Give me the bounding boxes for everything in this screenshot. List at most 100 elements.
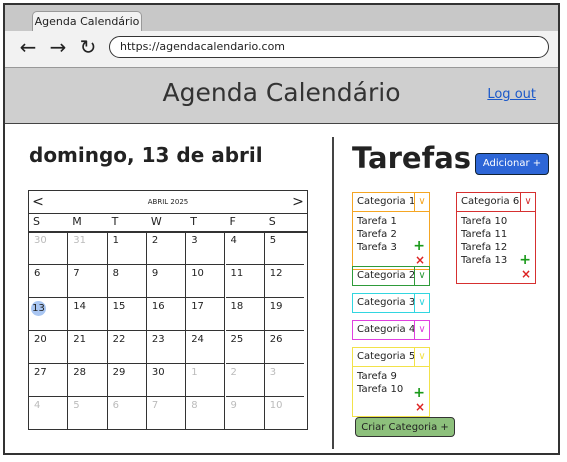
category-card: Categoria 1 ∨ Tarefa 1 Tarefa 2 Tarefa 3 + × — [352, 192, 430, 270]
calendar-day-number: 10 — [269, 400, 283, 411]
task-item[interactable]: Tarefa 10 — [461, 215, 535, 228]
chevron-down-icon[interactable]: ∨ — [414, 294, 429, 312]
calendar-day-number: 6 — [112, 400, 119, 411]
calendar-day[interactable]: 3 — [264, 364, 305, 397]
calendar-day[interactable]: 21 — [68, 331, 108, 364]
chevron-down-icon[interactable]: ∨ — [414, 348, 429, 366]
calendar-day[interactable]: 1 — [107, 232, 147, 265]
logout-link[interactable]: Log out — [487, 87, 536, 102]
delete-task-icon[interactable]: × — [415, 401, 425, 413]
calendar-day[interactable]: 7 — [68, 265, 108, 298]
add-task-icon[interactable]: + — [413, 386, 425, 400]
calendar-day[interactable]: 31 — [68, 232, 108, 265]
category-header[interactable]: Categoria 2 ∨ — [353, 267, 429, 285]
weekday-label: S — [268, 215, 276, 228]
calendar-day[interactable]: 9 — [226, 397, 265, 430]
calendar-day[interactable]: 11 — [225, 265, 265, 298]
panel-divider — [332, 137, 334, 449]
calendar-day-number: 30 — [34, 235, 47, 246]
add-task-icon[interactable]: + — [519, 253, 531, 267]
calendar-day[interactable]: 30 — [29, 232, 69, 265]
create-category-button[interactable]: Criar Categoria + — [355, 417, 455, 437]
calendar-day[interactable]: 27 — [29, 364, 69, 397]
calendar-day[interactable]: 7 — [147, 397, 187, 430]
task-item[interactable]: Tarefa 1 — [357, 215, 429, 228]
calendar-day[interactable]: 23 — [146, 331, 187, 364]
category-name: Categoria 4 — [357, 324, 416, 335]
calendar-day[interactable]: 19 — [264, 298, 305, 331]
category-task-list: Tarefa 10 Tarefa 11 Tarefa 12 Tarefa 13 + × — [457, 211, 535, 283]
calendar-day[interactable]: 10 — [265, 397, 304, 430]
calendar-day[interactable]: 6 — [108, 397, 147, 430]
calendar-day-number: 5 — [269, 235, 277, 246]
calendar-day[interactable]: 30 — [146, 364, 187, 397]
back-arrow-icon[interactable]: ← — [17, 36, 39, 58]
category-header[interactable]: Categoria 1 ∨ — [353, 193, 429, 211]
calendar-day[interactable]: 3 — [186, 232, 226, 265]
calendar-day[interactable]: 25 — [225, 331, 265, 364]
chevron-down-icon[interactable]: ∨ — [414, 321, 429, 339]
calendar-next-icon[interactable]: > — [289, 191, 307, 213]
calendar-day-number: 15 — [112, 301, 126, 312]
chevron-down-icon[interactable]: ∨ — [414, 193, 429, 211]
calendar-day-number: 30 — [151, 367, 165, 378]
selected-date-title: domingo, 13 de abril — [29, 143, 263, 167]
calendar-day[interactable]: 13 — [29, 298, 69, 331]
calendar-prev-icon[interactable]: < — [29, 191, 47, 213]
calendar-day-number: 11 — [230, 268, 244, 279]
browser-tab[interactable]: Agenda Calendário — [32, 11, 142, 32]
delete-task-icon[interactable]: × — [521, 268, 531, 280]
calendar-day[interactable]: 26 — [264, 331, 305, 364]
calendar-day[interactable]: 8 — [107, 265, 147, 298]
calendar-day[interactable]: 8 — [186, 397, 226, 430]
calendar-day[interactable]: 24 — [186, 331, 226, 364]
add-task-button[interactable]: Adicionar + — [475, 153, 549, 175]
calendar-day[interactable]: 5 — [68, 397, 108, 430]
calendar-day[interactable]: 10 — [186, 265, 226, 298]
calendar-day[interactable]: 16 — [146, 298, 187, 331]
chevron-down-icon[interactable]: ∨ — [520, 193, 535, 211]
category-header[interactable]: Categoria 3 ∨ — [353, 294, 429, 312]
add-task-icon[interactable]: + — [413, 239, 425, 253]
calendar-day[interactable]: 4 — [29, 397, 69, 430]
category-card: Categoria 5 ∨ Tarefa 9 Tarefa 10 + × — [352, 347, 430, 417]
calendar-day[interactable]: 15 — [107, 298, 147, 331]
calendar-day[interactable]: 22 — [107, 331, 147, 364]
reload-icon[interactable]: ↻ — [77, 36, 99, 58]
calendar-day-number: 23 — [151, 334, 165, 345]
calendar-day[interactable]: 2 — [146, 232, 187, 265]
app-header: Agenda Calendário Log out — [5, 68, 558, 124]
category-header[interactable]: Categoria 5 ∨ — [353, 348, 429, 366]
category-header[interactable]: Categoria 6 ∨ — [457, 193, 535, 211]
calendar-day[interactable]: 20 — [29, 331, 69, 364]
forward-arrow-icon[interactable]: → — [47, 36, 69, 58]
category-task-list: Tarefa 9 Tarefa 10 + × — [353, 366, 429, 416]
calendar-day-number: 10 — [191, 268, 204, 279]
task-item[interactable]: Tarefa 9 — [357, 370, 429, 383]
category-header[interactable]: Categoria 4 ∨ — [353, 321, 429, 339]
calendar-day[interactable]: 2 — [225, 364, 265, 397]
calendar-day[interactable]: 29 — [107, 364, 147, 397]
calendar-day[interactable]: 5 — [264, 232, 305, 265]
calendar-day[interactable]: 9 — [146, 265, 187, 298]
chevron-down-icon[interactable]: ∨ — [414, 267, 429, 285]
calendar-day[interactable]: 17 — [186, 298, 226, 331]
calendar-day[interactable]: 4 — [225, 232, 265, 265]
calendar-day[interactable]: 14 — [68, 298, 108, 331]
weekday-label: T — [190, 215, 197, 228]
calendar-day-number: 2 — [151, 235, 159, 246]
task-item[interactable]: Tarefa 11 — [461, 228, 535, 241]
calendar-day-number: 18 — [230, 301, 244, 312]
calendar-day[interactable]: 1 — [186, 364, 226, 397]
delete-task-icon[interactable]: × — [415, 254, 425, 266]
calendar-day[interactable]: 6 — [29, 265, 69, 298]
address-bar[interactable]: https://agendacalendario.com — [109, 36, 549, 58]
calendar-day-number: 1 — [112, 235, 119, 246]
calendar-day[interactable]: 12 — [264, 265, 305, 298]
calendar-day-number: 6 — [34, 268, 41, 279]
tab-bar: Agenda Calendário — [5, 5, 558, 32]
calendar-day[interactable]: 18 — [225, 298, 265, 331]
calendar-day-number: 4 — [34, 400, 41, 411]
calendar-day-number: 8 — [112, 268, 119, 279]
calendar-day[interactable]: 28 — [68, 364, 108, 397]
